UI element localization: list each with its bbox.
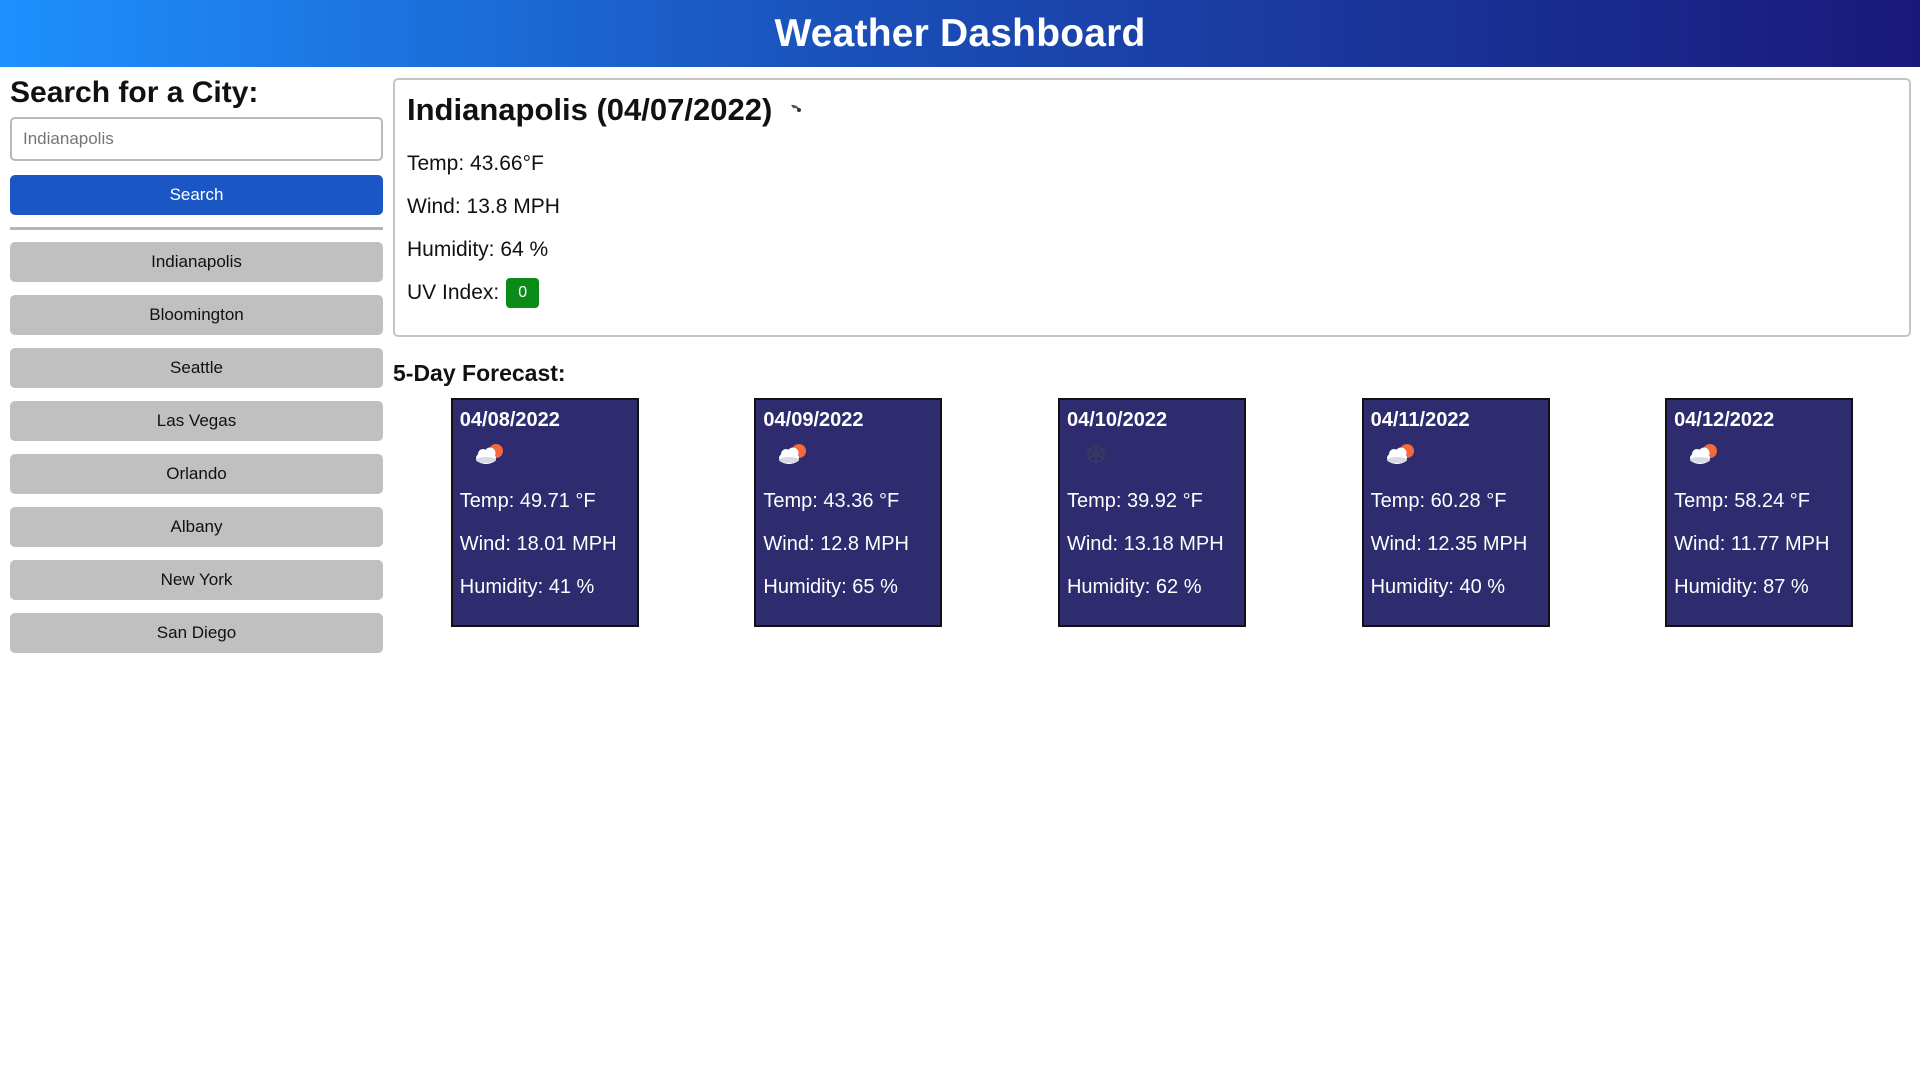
sidebar-divider <box>10 227 383 230</box>
app-header: Weather Dashboard <box>0 0 1920 67</box>
forecast-wind: Wind: 13.18 MPH <box>1066 533 1224 555</box>
forecast-card: 04/10/2022 Temp: 39.92 °F Wind: 13.18 MP… <box>1057 398 1246 627</box>
forecast-date: 04/10/2022 <box>1066 409 1168 431</box>
history-city-button[interactable]: Bloomington <box>10 295 383 335</box>
history-city-button[interactable]: New York <box>10 560 383 600</box>
forecast-wind: Wind: 12.35 MPH <box>1370 533 1528 555</box>
cloud-sun-icon <box>460 434 630 474</box>
current-temp: Temp: 43.66°F <box>407 151 544 175</box>
search-heading: Search for a City: <box>10 76 259 109</box>
current-weather-header: Indianapolis (04/07/2022) <box>407 88 1897 132</box>
forecast-humidity: Humidity: 65 % <box>763 576 898 598</box>
page-title: Weather Dashboard <box>774 11 1146 55</box>
forecast-humidity: Humidity: 41 % <box>459 576 595 598</box>
forecast-card: 04/08/2022 Temp: 49.71 °F Wind: 18.01 MP… <box>450 398 639 627</box>
forecast-humidity: Humidity: 62 % <box>1066 576 1202 598</box>
city-search-input[interactable] <box>10 117 383 161</box>
history-city-button[interactable]: Indianapolis <box>10 242 383 282</box>
forecast-row: 04/08/2022 Temp: 49.71 °F Wind: 18.01 MP… <box>393 398 1911 627</box>
forecast-temp: Temp: 39.92 °F <box>1066 490 1203 512</box>
cloud-sun-icon <box>1674 434 1844 474</box>
forecast-card: 04/11/2022 Temp: 60.28 °F Wind: 12.35 MP… <box>1361 398 1550 627</box>
forecast-wind: Wind: 18.01 MPH <box>459 533 617 555</box>
history-city-button[interactable]: Albany <box>10 507 383 547</box>
forecast-temp: Temp: 43.36 °F <box>763 490 900 512</box>
current-humidity: Humidity: 64 % <box>407 237 549 261</box>
current-wind: Wind: 13.8 MPH <box>407 194 560 218</box>
forecast-wind: Wind: 11.77 MPH <box>1674 533 1830 555</box>
search-history-list: Indianapolis Bloomington Seattle Las Veg… <box>10 242 383 666</box>
forecast-date: 04/11/2022 <box>1370 409 1470 431</box>
uv-index-label: UV Index: <box>407 280 500 304</box>
history-city-button[interactable]: Las Vegas <box>10 401 383 441</box>
forecast-temp: Temp: 60.28 °F <box>1370 490 1507 512</box>
cloud-sun-icon <box>763 434 933 474</box>
current-uv-row: UV Index: 0 <box>407 271 1897 314</box>
forecast-temp: Temp: 49.71 °F <box>459 490 596 512</box>
forecast-card: 04/12/2022 Temp: 58.24 °F Wind: 11.77 MP… <box>1665 398 1854 627</box>
forecast-humidity: Humidity: 40 % <box>1370 576 1506 598</box>
search-button[interactable]: Search <box>10 175 383 215</box>
forecast-card: 04/09/2022 Temp: 43.36 °F Wind: 12.8 MPH… <box>754 398 943 627</box>
forecast-heading: 5-Day Forecast: <box>393 360 566 386</box>
snowflake-icon <box>1067 434 1237 474</box>
forecast-humidity: Humidity: 87 % <box>1674 576 1809 598</box>
current-city-title: Indianapolis (04/07/2022) <box>407 92 773 127</box>
forecast-wind: Wind: 12.8 MPH <box>763 533 909 555</box>
forecast-date: 04/08/2022 <box>459 409 560 431</box>
history-city-button[interactable]: San Diego <box>10 613 383 653</box>
forecast-date: 04/09/2022 <box>763 409 864 431</box>
history-city-button[interactable]: Orlando <box>10 454 383 494</box>
forecast-temp: Temp: 58.24 °F <box>1674 490 1811 512</box>
current-weather-panel: Indianapolis (04/07/2022) Temp: 43.66°F … <box>393 78 1911 337</box>
cloud-sun-icon <box>1371 434 1541 474</box>
history-city-button[interactable]: Seattle <box>10 348 383 388</box>
uv-index-badge: 0 <box>506 277 540 308</box>
search-sidebar: Search for a City: Search Indianapolis B… <box>10 75 383 666</box>
forecast-date: 04/12/2022 <box>1674 409 1775 431</box>
moon-icon <box>786 100 806 120</box>
